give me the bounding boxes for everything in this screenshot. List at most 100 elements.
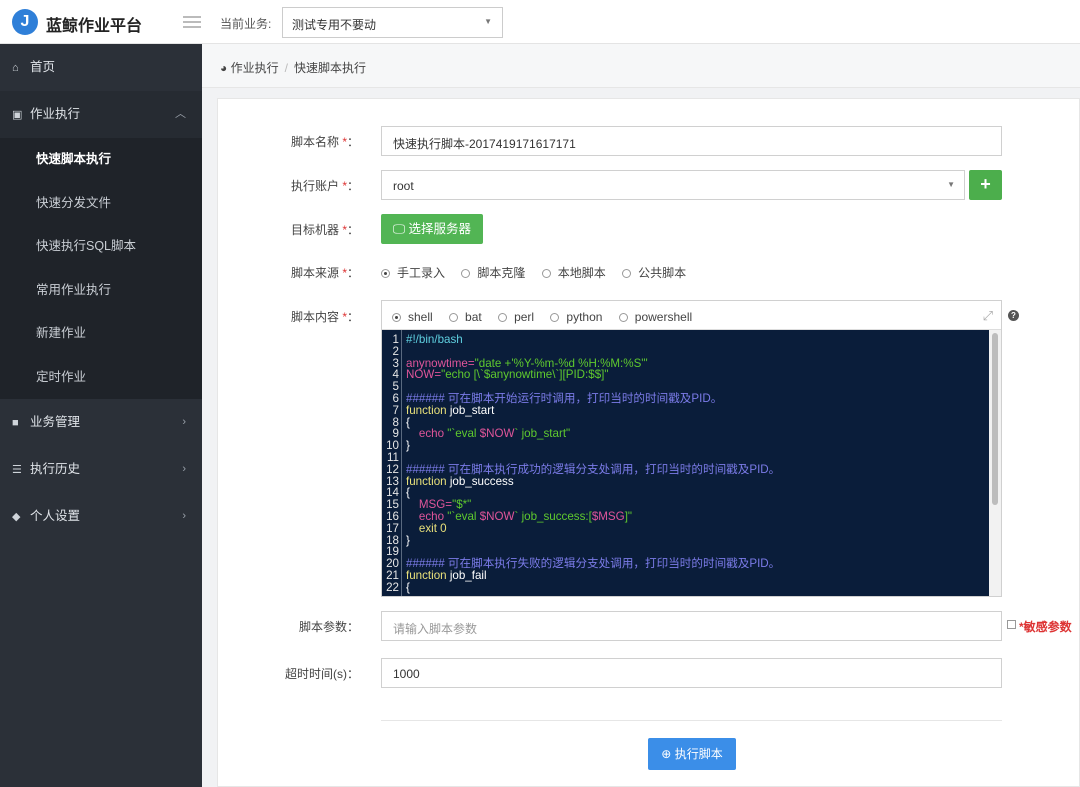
timeout-input[interactable]: 1000 — [381, 658, 1002, 688]
account-select[interactable]: root ▼ — [381, 170, 965, 200]
line-number: 11 — [386, 450, 399, 464]
sidebar-item-biz-manage[interactable]: ■ 业务管理 › — [0, 399, 202, 446]
code-token: { — [406, 580, 410, 594]
submenu-quick-script[interactable]: 快速脚本执行 — [0, 138, 202, 182]
lang-shell[interactable]: shell — [392, 310, 433, 324]
field-label: 脚本内容 *： — [290, 310, 359, 324]
caret-down-icon: ▼ — [484, 17, 492, 26]
source-clone[interactable]: 脚本克隆 — [461, 266, 525, 280]
briefcase-icon: ■ — [12, 417, 19, 429]
field-label: 脚本参数： — [298, 620, 359, 634]
divider — [381, 720, 1002, 721]
line-number: 7 — [392, 403, 399, 417]
submenu-common-job[interactable]: 常用作业执行 — [0, 269, 202, 313]
chevron-up-icon: ︿ — [175, 108, 186, 120]
home-icon: ⌂ — [12, 62, 19, 74]
help-icon[interactable]: ? — [1008, 310, 1019, 321]
code-token: job_success — [446, 474, 514, 488]
execute-script-button[interactable]: ⊕ 执行脚本 — [648, 738, 736, 770]
sensitive-checkbox[interactable] — [1007, 620, 1016, 629]
business-select[interactable]: 测试专用不要动 ▼ — [282, 7, 503, 38]
script-name-input[interactable]: 快速执行脚本-2017419171617171 — [381, 126, 1002, 156]
lang-python[interactable]: python — [550, 310, 602, 324]
sidebar-item-home[interactable]: ⌂ 首页 — [0, 44, 202, 91]
source-local[interactable]: 本地脚本 — [541, 266, 606, 280]
code-token: "echo [\`$anynowtime\`][PID:$$]" — [441, 368, 609, 382]
sidebar-item-settings[interactable]: ◆ 个人设置 › — [0, 493, 202, 540]
fullscreen-icon[interactable]: ⤢ — [983, 308, 993, 324]
script-params-input[interactable]: 请输入脚本参数 — [381, 611, 1002, 641]
breadcrumb-parent[interactable]: 作业执行 — [231, 61, 279, 75]
field-label: 脚本来源 *： — [290, 266, 359, 280]
submenu-new-job[interactable]: 新建作业 — [0, 312, 202, 356]
language-radios: shell bat perl python powershell ⤢ — [382, 301, 1001, 330]
code-token: function — [406, 403, 447, 417]
code-line: 1 #!/bin/bash — [382, 334, 982, 346]
brand-title: 蓝鲸作业平台 — [46, 18, 143, 35]
script-form: 脚本名称 *： 快速执行脚本-2017419171617171 执行账户 *： … — [217, 98, 1080, 787]
lang-powershell[interactable]: powershell — [618, 310, 692, 324]
script-editor[interactable]: shell bat perl python powershell ⤢ 1 #!/b… — [381, 300, 1002, 597]
chevron-right-icon: › — [182, 416, 186, 428]
field-label: 目标机器 *： — [290, 223, 359, 237]
select-server-button[interactable]: 🖵 选择服务器 — [381, 214, 483, 244]
line-number: 17 — [386, 521, 399, 535]
code-token: ]" — [624, 509, 633, 523]
code-token: #!/bin/bash — [406, 333, 463, 346]
editor-scrollbar[interactable] — [989, 330, 1001, 596]
code-token: $MSG — [591, 509, 625, 523]
field-label: 执行账户 *： — [290, 179, 359, 193]
source-manual[interactable]: 手工录入 — [381, 266, 445, 280]
code-token: echo — [406, 427, 448, 441]
line-number: 22 — [386, 580, 399, 594]
submenu-quick-file[interactable]: 快速分发文件 — [0, 182, 202, 226]
breadcrumb: ◕ 作业执行 / 快速脚本执行 — [202, 44, 1080, 88]
chevron-right-icon: › — [182, 510, 186, 522]
code-token: exit 0 — [406, 521, 447, 535]
code-line: 14{ — [382, 487, 982, 499]
code-line: 4 NOW="echo [\`$anynowtime\`][PID:$$]" — [382, 369, 982, 381]
calendar-icon: ▣ — [12, 109, 23, 121]
code-line: 9 echo "`eval $NOW` job_start" — [382, 428, 982, 440]
submenu-cron-job[interactable]: 定时作业 — [0, 356, 202, 400]
source-public[interactable]: 公共脚本 — [622, 266, 686, 280]
sidebar-item-job-exec[interactable]: ▣ 作业执行 ︿ — [0, 91, 202, 138]
code-line: 16 echo "`eval $NOW` job_success:[$MSG]" — [382, 511, 982, 523]
sidebar-item-label: 首页 — [30, 60, 56, 74]
code-token: $NOW — [479, 427, 515, 441]
list-icon: ☰ — [12, 464, 22, 476]
code-token: } — [406, 533, 410, 547]
breadcrumb-current: 快速脚本执行 — [293, 61, 366, 75]
sidebar-item-label: 业务管理 — [30, 415, 81, 429]
line-number: 2 — [392, 344, 399, 358]
shield-icon: ◆ — [12, 511, 21, 523]
lang-bat[interactable]: bat — [449, 310, 482, 324]
dashboard-icon: ◕ — [220, 61, 231, 75]
code-token: job_fail — [446, 568, 487, 582]
code-token: "`eval — [447, 509, 480, 523]
menu-toggle-icon[interactable] — [183, 16, 201, 28]
field-label: 超时时间(s)： — [284, 667, 359, 681]
lang-perl[interactable]: perl — [498, 310, 534, 324]
chevron-right-icon: › — [182, 463, 186, 475]
code-line: 17 exit 0 — [382, 521, 982, 535]
code-token: "`eval — [447, 427, 480, 441]
line-number: 12 — [386, 462, 399, 476]
execute-icon: ⊕ — [661, 747, 675, 761]
sidebar-item-label: 个人设置 — [30, 509, 81, 523]
code-line: 18} — [382, 533, 982, 547]
submenu-quick-sql[interactable]: 快速执行SQL脚本 — [0, 225, 202, 269]
code-token: job_start — [446, 403, 495, 417]
field-label: 脚本名称 *： — [290, 135, 359, 149]
code-line: 7 function job_start — [382, 403, 982, 417]
sensitive-label: *敏感参数 — [1019, 620, 1072, 634]
sidebar: ⌂ 首页 ▣ 作业执行 ︿ 快速脚本执行 快速分发文件 快速执行SQL脚本 常用作业执… — [0, 44, 202, 787]
sidebar-item-history[interactable]: ☰ 执行历史 › — [0, 446, 202, 493]
code-token: } — [406, 439, 410, 453]
code-area[interactable]: 1 #!/bin/bash 2 3 anynowtime="date +'%Y-%m-%… — [382, 330, 1001, 596]
add-account-button[interactable]: + — [969, 170, 1002, 200]
business-label: 当前业务: — [220, 17, 272, 31]
top-header: J 蓝鲸作业平台 当前业务: 测试专用不要动 ▼ — [0, 0, 1080, 44]
code-line: 13 function job_success — [382, 474, 982, 488]
code-token: NOW= — [406, 368, 442, 382]
